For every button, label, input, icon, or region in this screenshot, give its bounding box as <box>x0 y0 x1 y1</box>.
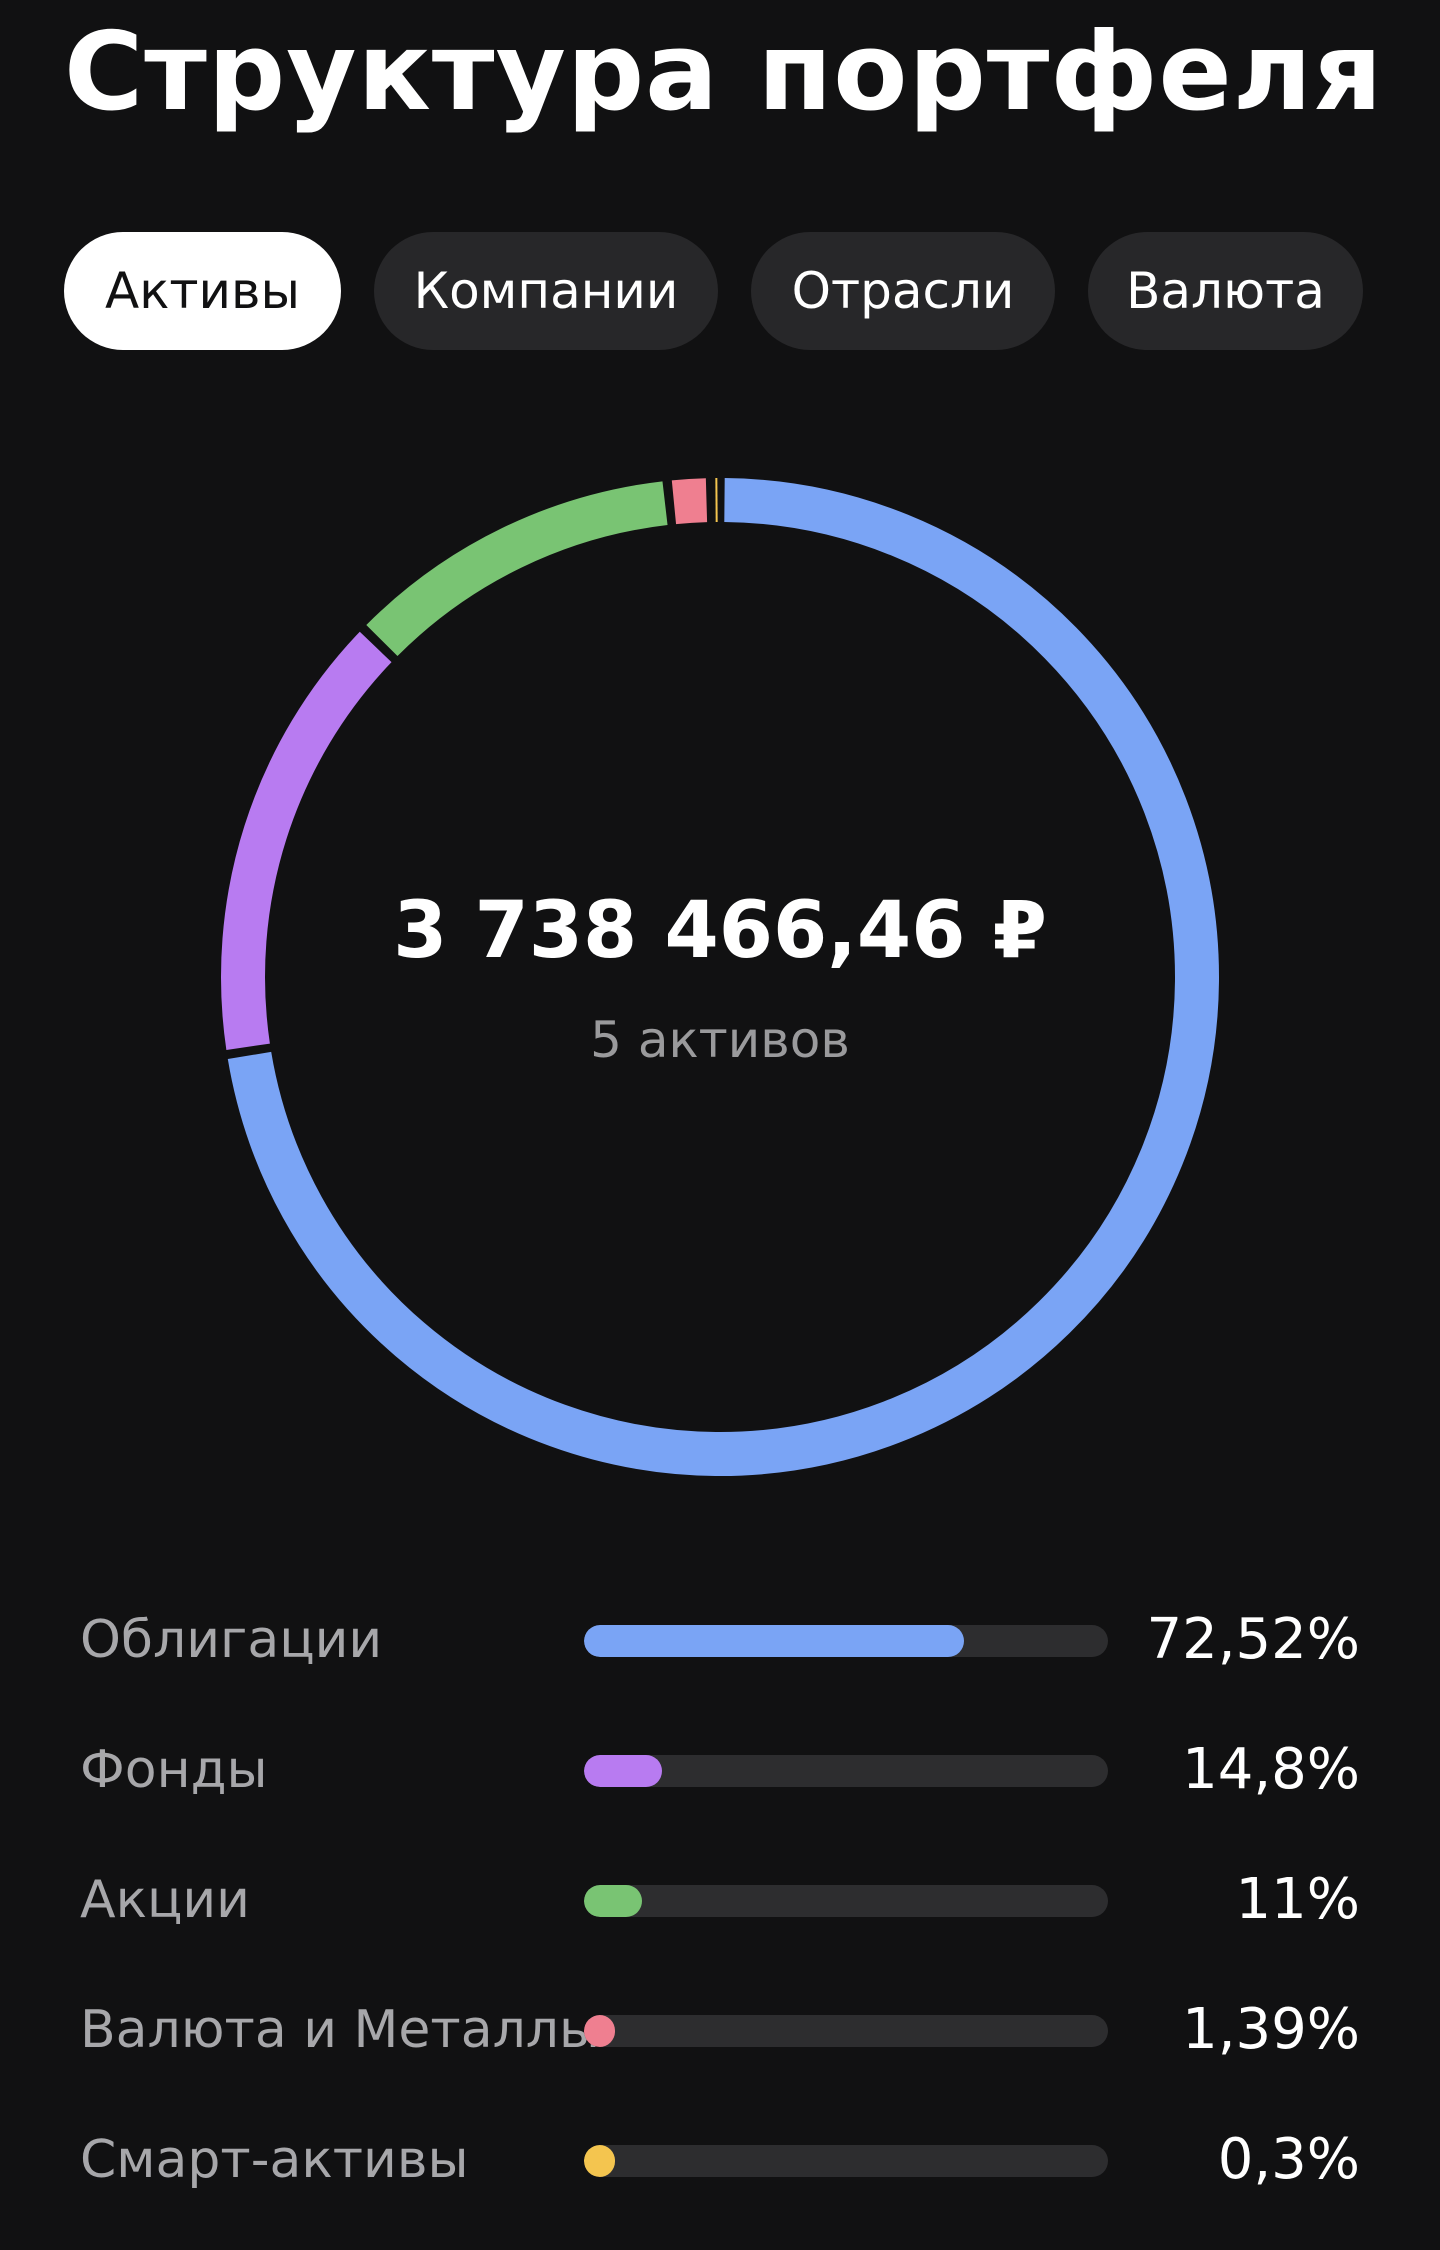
tab-companies[interactable]: Компании <box>374 232 718 350</box>
tab-industries[interactable]: Отрасли <box>751 232 1055 350</box>
legend-row: Облигации 72,52% <box>80 1600 1360 1730</box>
tab-bar: Активы Компании Отрасли Валюта <box>64 232 1363 350</box>
legend-bar-fill <box>584 1885 642 1917</box>
tab-currency[interactable]: Валюта <box>1088 232 1363 350</box>
legend-bar-track <box>584 2015 1108 2047</box>
legend-row: Валюта и Металлы 1,39% <box>80 1990 1360 2120</box>
legend-row: Фонды 14,8% <box>80 1730 1360 1860</box>
legend-percentage: 72,52% <box>1146 1607 1360 1672</box>
legend-label: Облигации <box>80 1610 383 1670</box>
legend-row: Смарт-активы 0,3% <box>80 2120 1360 2250</box>
legend-label: Смарт-активы <box>80 2130 469 2190</box>
legend-label: Валюта и Металлы <box>80 2000 601 2060</box>
legend-bar-track <box>584 2145 1108 2177</box>
legend-percentage: 11% <box>1235 1867 1360 1932</box>
asset-count: 5 активов <box>590 1011 850 1069</box>
legend-bar-fill <box>584 2145 616 2177</box>
page-title: Структура портфеля <box>64 10 1384 135</box>
legend-bar-track <box>584 1625 1108 1657</box>
legend-percentage: 1,39% <box>1182 1997 1360 2062</box>
legend-bar-fill <box>584 1755 662 1787</box>
legend-bar-fill <box>584 2015 616 2047</box>
legend-bar-fill <box>584 1625 964 1657</box>
legend-label: Акции <box>80 1870 250 1930</box>
legend-bar-track <box>584 1885 1108 1917</box>
asset-legend: Облигации 72,52% Фонды 14,8% Акции 11% Валюта … <box>80 1600 1360 2250</box>
tab-assets[interactable]: Активы <box>64 232 341 350</box>
portfolio-total-value: 3 738 466,46 ₽ <box>393 886 1047 976</box>
legend-percentage: 14,8% <box>1182 1737 1360 1802</box>
legend-percentage: 0,3% <box>1217 2127 1360 2192</box>
legend-row: Акции 11% <box>80 1860 1360 1990</box>
legend-label: Фонды <box>80 1740 268 1800</box>
legend-bar-track <box>584 1755 1108 1787</box>
